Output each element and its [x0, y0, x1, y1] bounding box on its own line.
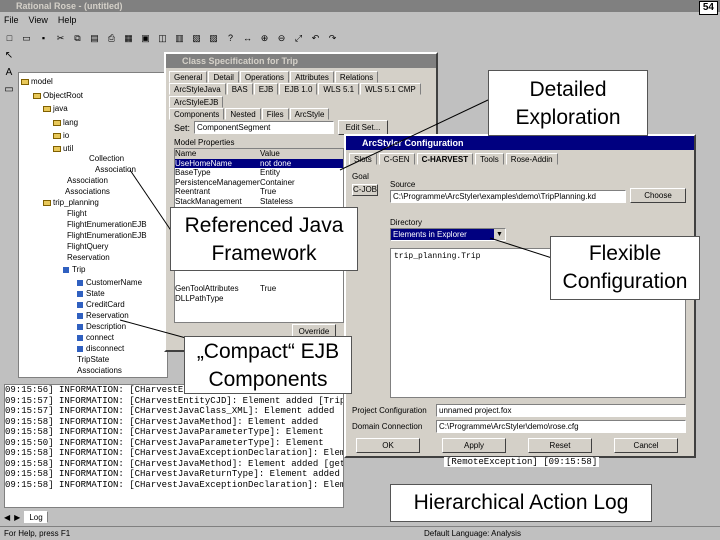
connector-detailed	[339, 99, 489, 171]
callout-compact-ejb-components: „Compact“ EJB Components	[184, 336, 352, 394]
callout-hierarchical-action-log: Hierarchical Action Log	[390, 484, 652, 522]
connector-compact	[119, 319, 187, 339]
callout-detailed-exploration: Detailed Exploration	[488, 70, 648, 136]
connector-referenced	[129, 169, 173, 233]
callout-flexible-configuration: Flexible Configuration	[550, 236, 700, 300]
connector-flexible	[489, 237, 553, 259]
callout-referenced-java-framework: Referenced Java Framework	[170, 207, 358, 271]
